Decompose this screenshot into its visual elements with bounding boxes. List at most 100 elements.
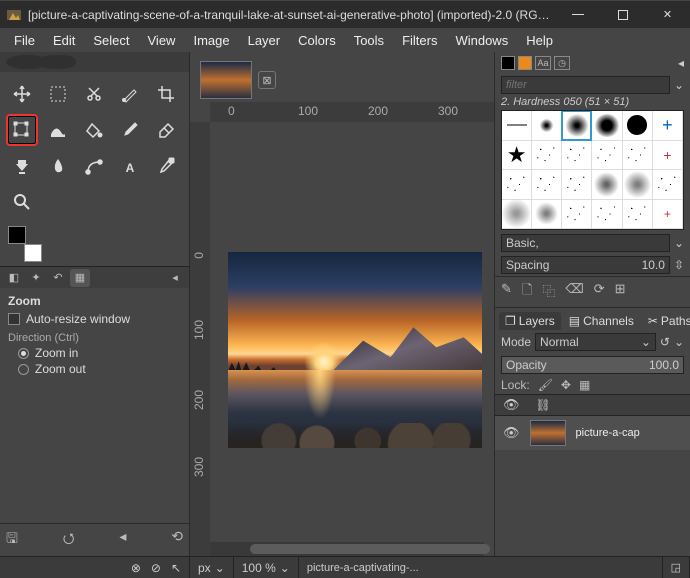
menu-file[interactable]: File (6, 31, 43, 50)
lock-pixels-icon[interactable]: 🖌 (538, 378, 553, 392)
minimize-button[interactable] (555, 1, 600, 29)
unified-transform-tool[interactable] (6, 114, 38, 146)
brush-filter-input[interactable] (501, 76, 670, 94)
gradients-tab-icon[interactable] (518, 56, 532, 70)
brush-plus[interactable]: + (652, 110, 683, 141)
color-picker-tool[interactable] (150, 150, 182, 182)
menu-image[interactable]: Image (185, 31, 237, 50)
menu-colors[interactable]: Colors (290, 31, 344, 50)
edit-brush-icon[interactable]: ✎ (501, 281, 512, 303)
tab-tool-options-icon[interactable]: ◧ (4, 269, 24, 287)
status-cancel-icon[interactable]: ⊘ (151, 561, 161, 575)
brush-cloud-2[interactable] (622, 169, 653, 200)
status-reset-icon[interactable]: ⊗ (131, 561, 141, 575)
maximize-button[interactable] (600, 1, 645, 29)
menu-edit[interactable]: Edit (45, 31, 83, 50)
refresh-brush-icon[interactable]: ⟳ (594, 281, 605, 303)
close-button[interactable]: ✕ (645, 1, 690, 29)
brush-hardness-050[interactable] (561, 110, 592, 141)
canvas-image[interactable] (228, 252, 482, 448)
dock-menu-icon[interactable]: ◂ (678, 56, 684, 70)
switch-mode-icon[interactable]: ↺ (660, 335, 670, 349)
menu-view[interactable]: View (140, 31, 184, 50)
nav-preview-icon[interactable]: ◲ (663, 557, 690, 578)
brush-sparks-1[interactable] (531, 140, 562, 171)
restore-options-icon[interactable]: ⭯ (63, 528, 75, 552)
auto-resize-checkbox[interactable]: Auto-resize window (8, 312, 181, 326)
filter-dropdown-icon[interactable]: ⌄ (674, 78, 684, 92)
opacity-slider[interactable]: Opacity 100.0 (501, 356, 684, 374)
brush-smoke-2[interactable] (531, 199, 562, 230)
preset-dropdown-icon[interactable]: ⌄ (674, 236, 684, 250)
open-as-image-icon[interactable]: ⊞ (615, 281, 626, 303)
brush-scatter-2[interactable] (531, 169, 562, 200)
fg-color-swatch[interactable] (8, 226, 26, 244)
brush-scatter-1[interactable] (501, 169, 532, 200)
layer-row[interactable]: 👁 picture-a-cap (495, 416, 690, 450)
horizontal-scrollbar[interactable] (210, 542, 484, 556)
ruler-vertical[interactable]: 0 100 200 300 (190, 122, 210, 556)
lock-position-icon[interactable]: ✥ (561, 378, 571, 392)
brush-sparks-3[interactable] (591, 140, 622, 171)
tab-paths[interactable]: ✂Paths (642, 312, 690, 330)
tab-undo-history-icon[interactable]: ↶ (48, 269, 68, 287)
layer-thumbnail[interactable] (530, 420, 566, 446)
menu-help[interactable]: Help (518, 31, 561, 50)
smudge-tool[interactable] (42, 150, 74, 182)
canvas-viewport[interactable] (210, 122, 494, 556)
patterns-tab-icon[interactable] (501, 56, 515, 70)
brush-sparks-2[interactable] (561, 140, 592, 171)
brush-dust-3[interactable] (622, 199, 653, 230)
move-tool[interactable] (6, 78, 38, 110)
tab-device-status-icon[interactable]: ✦ (26, 269, 46, 287)
document-thumbnail[interactable] (200, 61, 252, 99)
rect-select-tool[interactable] (42, 78, 74, 110)
new-brush-icon[interactable]: 🗋 (522, 281, 532, 303)
menu-layer[interactable]: Layer (240, 31, 289, 50)
brush-plus-2[interactable]: + (652, 199, 683, 230)
brush-dust-2[interactable] (591, 199, 622, 230)
history-tab-icon[interactable]: ◷ (554, 56, 570, 70)
brush-scatter-3[interactable] (561, 169, 592, 200)
menu-windows[interactable]: Windows (447, 31, 516, 50)
delete-brush-icon[interactable]: ⌫ (565, 281, 583, 303)
tab-layers[interactable]: ❐Layers (499, 312, 561, 330)
brush-preset-select[interactable]: Basic, (501, 234, 670, 252)
tab-images-icon[interactable]: ▦ (70, 269, 90, 287)
duplicate-brush-icon[interactable]: ⿻ (542, 281, 555, 303)
fg-bg-colors[interactable] (8, 226, 48, 266)
brush-spacing-slider[interactable]: Spacing 10.0 (501, 256, 670, 274)
bucket-fill-tool[interactable] (78, 114, 110, 146)
zoom-tool[interactable] (6, 186, 38, 218)
menu-tools[interactable]: Tools (346, 31, 392, 50)
brush-soft-025[interactable] (531, 110, 562, 141)
zoom-out-radio[interactable]: Zoom out (8, 362, 181, 376)
unit-select[interactable]: px⌄ (190, 557, 234, 578)
brush-hard-100[interactable] (622, 110, 653, 141)
brush-smoke-1[interactable] (501, 199, 532, 230)
reset-options-icon[interactable]: ⟲ (171, 528, 183, 552)
brush-soft-075[interactable] (591, 110, 622, 141)
tab-channels[interactable]: ▤Channels (563, 312, 640, 330)
tab-menu-icon[interactable]: ◂ (165, 269, 185, 287)
paths-tool[interactable] (78, 150, 110, 182)
menu-filters[interactable]: Filters (394, 31, 445, 50)
brush-star[interactable]: ★ (501, 140, 532, 171)
blend-mode-select[interactable]: Normal⌄ (535, 333, 656, 351)
status-pointer-icon[interactable]: ↖ (171, 561, 181, 575)
brush-dust-1[interactable] (561, 199, 592, 230)
brush-scatter-4[interactable] (652, 169, 683, 200)
spacing-stepper-icon[interactable]: ⇳ (674, 258, 684, 272)
save-options-icon[interactable]: 🖫 (6, 528, 18, 552)
layer-visibility-icon[interactable]: 👁 (503, 425, 520, 441)
brush-cloud-1[interactable] (591, 169, 622, 200)
delete-options-icon[interactable]: ◂ (119, 528, 126, 552)
text-tool[interactable]: A (114, 150, 146, 182)
brush-sparks-4[interactable] (622, 140, 653, 171)
mode-dropdown-icon[interactable]: ⌄ (674, 335, 684, 349)
close-document-icon[interactable]: ⊠ (258, 71, 276, 89)
zoom-select[interactable]: 100 %⌄ (234, 557, 299, 578)
eraser-tool[interactable] (150, 114, 182, 146)
lock-alpha-icon[interactable]: ▦ (579, 378, 590, 392)
bg-color-swatch[interactable] (24, 244, 42, 262)
